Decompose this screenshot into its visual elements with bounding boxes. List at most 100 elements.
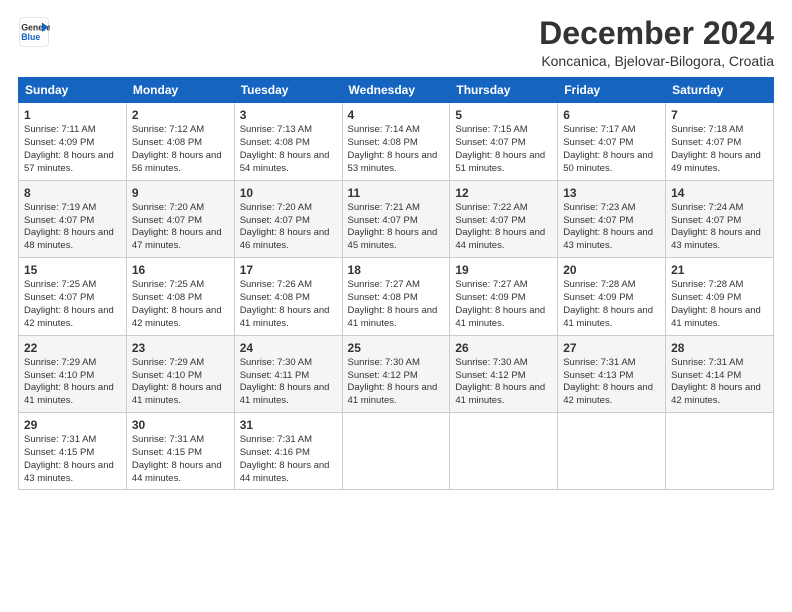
sunrise-label: Sunrise: 7:31 AM <box>671 357 743 368</box>
daylight-label: Daylight: 8 hours and 41 minutes. <box>348 305 438 329</box>
day-number: 5 <box>455 107 552 123</box>
daylight-label: Daylight: 8 hours and 44 minutes. <box>240 460 330 484</box>
day-number: 29 <box>24 417 121 433</box>
title-block: December 2024 Koncanica, Bjelovar-Bilogo… <box>539 16 774 69</box>
calendar-cell: 14Sunrise: 7:24 AMSunset: 4:07 PMDayligh… <box>666 180 774 257</box>
sunrise-label: Sunrise: 7:29 AM <box>24 357 96 368</box>
calendar-cell: 15Sunrise: 7:25 AMSunset: 4:07 PMDayligh… <box>19 258 127 335</box>
sunrise-label: Sunrise: 7:31 AM <box>240 434 312 445</box>
day-number: 27 <box>563 340 660 356</box>
calendar-cell: 12Sunrise: 7:22 AMSunset: 4:07 PMDayligh… <box>450 180 558 257</box>
daylight-label: Daylight: 8 hours and 53 minutes. <box>348 150 438 174</box>
daylight-label: Daylight: 8 hours and 43 minutes. <box>671 227 761 251</box>
day-number: 25 <box>348 340 445 356</box>
sunset-label: Sunset: 4:07 PM <box>455 215 525 226</box>
day-number: 31 <box>240 417 337 433</box>
sunset-label: Sunset: 4:07 PM <box>671 137 741 148</box>
day-number: 22 <box>24 340 121 356</box>
daylight-label: Daylight: 8 hours and 48 minutes. <box>24 227 114 251</box>
daylight-label: Daylight: 8 hours and 41 minutes. <box>348 382 438 406</box>
sunset-label: Sunset: 4:07 PM <box>563 137 633 148</box>
sunrise-label: Sunrise: 7:30 AM <box>240 357 312 368</box>
daylight-label: Daylight: 8 hours and 41 minutes. <box>240 382 330 406</box>
daylight-label: Daylight: 8 hours and 42 minutes. <box>132 305 222 329</box>
calendar-cell: 5Sunrise: 7:15 AMSunset: 4:07 PMDaylight… <box>450 103 558 180</box>
daylight-label: Daylight: 8 hours and 42 minutes. <box>24 305 114 329</box>
sunset-label: Sunset: 4:07 PM <box>24 215 94 226</box>
day-number: 14 <box>671 185 768 201</box>
daylight-label: Daylight: 8 hours and 42 minutes. <box>671 382 761 406</box>
calendar-cell: 7Sunrise: 7:18 AMSunset: 4:07 PMDaylight… <box>666 103 774 180</box>
sunset-label: Sunset: 4:09 PM <box>455 292 525 303</box>
day-number: 8 <box>24 185 121 201</box>
calendar-cell: 8Sunrise: 7:19 AMSunset: 4:07 PMDaylight… <box>19 180 127 257</box>
col-header-sunday: Sunday <box>19 78 127 103</box>
daylight-label: Daylight: 8 hours and 56 minutes. <box>132 150 222 174</box>
sunrise-label: Sunrise: 7:23 AM <box>563 202 635 213</box>
day-number: 20 <box>563 262 660 278</box>
sunset-label: Sunset: 4:08 PM <box>348 292 418 303</box>
daylight-label: Daylight: 8 hours and 41 minutes. <box>132 382 222 406</box>
sunset-label: Sunset: 4:07 PM <box>348 215 418 226</box>
sunset-label: Sunset: 4:07 PM <box>671 215 741 226</box>
sunset-label: Sunset: 4:13 PM <box>563 370 633 381</box>
sunset-label: Sunset: 4:09 PM <box>24 137 94 148</box>
sunset-label: Sunset: 4:14 PM <box>671 370 741 381</box>
sunset-label: Sunset: 4:10 PM <box>24 370 94 381</box>
calendar-cell: 16Sunrise: 7:25 AMSunset: 4:08 PMDayligh… <box>126 258 234 335</box>
daylight-label: Daylight: 8 hours and 41 minutes. <box>240 305 330 329</box>
day-number: 16 <box>132 262 229 278</box>
calendar-cell: 24Sunrise: 7:30 AM Sunset: 4:11 PMDayligh… <box>234 335 342 412</box>
sunset-label: Sunset: 4:15 PM <box>132 447 202 458</box>
sunset-label: Sunset: 4:07 PM <box>24 292 94 303</box>
daylight-label: Daylight: 8 hours and 50 minutes. <box>563 150 653 174</box>
day-number: 21 <box>671 262 768 278</box>
daylight-label: Daylight: 8 hours and 44 minutes. <box>132 460 222 484</box>
calendar-cell: 21Sunrise: 7:28 AMSunset: 4:09 PMDayligh… <box>666 258 774 335</box>
sunrise-label: Sunrise: 7:20 AM <box>240 202 312 213</box>
svg-text:Blue: Blue <box>21 32 40 42</box>
day-number: 2 <box>132 107 229 123</box>
sunrise-label: Sunrise: 7:13 AM <box>240 124 312 135</box>
sunrise-label: Sunrise: 7:18 AM <box>671 124 743 135</box>
calendar-table: SundayMondayTuesdayWednesdayThursdayFrid… <box>18 77 774 490</box>
day-number: 30 <box>132 417 229 433</box>
daylight-label: Daylight: 8 hours and 41 minutes. <box>563 305 653 329</box>
calendar-cell <box>450 412 558 489</box>
daylight-label: Daylight: 8 hours and 44 minutes. <box>455 227 545 251</box>
sunrise-label: Sunrise: 7:28 AM <box>671 279 743 290</box>
daylight-label: Daylight: 8 hours and 41 minutes. <box>455 382 545 406</box>
header: General Blue December 2024 Koncanica, Bj… <box>18 16 774 69</box>
day-number: 9 <box>132 185 229 201</box>
day-number: 6 <box>563 107 660 123</box>
sunrise-label: Sunrise: 7:31 AM <box>132 434 204 445</box>
sunset-label: Sunset: 4:08 PM <box>240 137 310 148</box>
daylight-label: Daylight: 8 hours and 43 minutes. <box>563 227 653 251</box>
day-number: 18 <box>348 262 445 278</box>
day-number: 23 <box>132 340 229 356</box>
calendar-cell: 27Sunrise: 7:31 AMSunset: 4:13 PMDayligh… <box>558 335 666 412</box>
sunset-label: Sunset: 4:11 PM <box>240 370 310 381</box>
daylight-label: Daylight: 8 hours and 51 minutes. <box>455 150 545 174</box>
sunrise-label: Sunrise: 7:20 AM <box>132 202 204 213</box>
day-number: 1 <box>24 107 121 123</box>
sunrise-label: Sunrise: 7:26 AM <box>240 279 312 290</box>
main-title: December 2024 <box>539 16 774 51</box>
day-number: 24 <box>240 340 337 356</box>
calendar-cell: 25Sunrise: 7:30 AMSunset: 4:12 PMDayligh… <box>342 335 450 412</box>
calendar-cell: 11Sunrise: 7:21 AMSunset: 4:07 PMDayligh… <box>342 180 450 257</box>
sunset-label: Sunset: 4:12 PM <box>455 370 525 381</box>
sunset-label: Sunset: 4:08 PM <box>132 137 202 148</box>
sunrise-label: Sunrise: 7:27 AM <box>348 279 420 290</box>
calendar-cell: 26Sunrise: 7:30 AMSunset: 4:12 PMDayligh… <box>450 335 558 412</box>
sunset-label: Sunset: 4:09 PM <box>671 292 741 303</box>
sunrise-label: Sunrise: 7:21 AM <box>348 202 420 213</box>
calendar-cell <box>342 412 450 489</box>
sunrise-label: Sunrise: 7:25 AM <box>24 279 96 290</box>
calendar-cell: 10Sunrise: 7:20 AMSunset: 4:07 PMDayligh… <box>234 180 342 257</box>
calendar-cell: 29Sunrise: 7:31 AMSunset: 4:15 PMDayligh… <box>19 412 127 489</box>
sunset-label: Sunset: 4:08 PM <box>240 292 310 303</box>
daylight-label: Daylight: 8 hours and 41 minutes. <box>455 305 545 329</box>
sunrise-label: Sunrise: 7:30 AM <box>348 357 420 368</box>
sunset-label: Sunset: 4:07 PM <box>132 215 202 226</box>
